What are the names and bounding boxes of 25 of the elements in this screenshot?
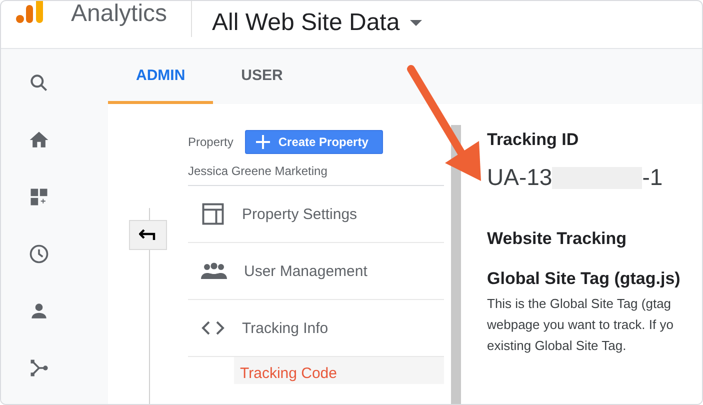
product-name: Analytics [71, 1, 168, 28]
tracking-id-start: UA-13 [487, 164, 552, 191]
subheading: Global Site Tag (gtag.js) [487, 269, 682, 289]
menu-item[interactable]: Property Settings [188, 186, 444, 243]
tracking-id-end: -1 [642, 164, 663, 191]
group-icon [200, 261, 228, 281]
submenu-item[interactable]: Tracking Code [234, 357, 444, 384]
clock-icon [28, 243, 50, 265]
logo-icon [15, 1, 45, 25]
property-label: Property [188, 135, 234, 149]
caret-icon [410, 20, 422, 26]
scrollbar[interactable] [451, 125, 461, 404]
section-heading: Website Tracking [487, 229, 628, 249]
tab[interactable]: USER [213, 49, 311, 104]
tracking-id-heading: Tracking ID [487, 130, 580, 150]
menu-item[interactable]: User Management [188, 243, 444, 300]
view-selector[interactable]: All Web Site Data [212, 8, 422, 36]
property-name: Jessica Greene Marketing [188, 154, 444, 186]
search-icon [28, 72, 50, 94]
layout-icon [200, 201, 226, 227]
plus-icon [256, 135, 270, 149]
create-property-button[interactable]: Create Property [245, 130, 384, 154]
description: This is the Global Site Tag (gtag webpage you want to track. If yo existing Global Site Tag. [487, 295, 674, 355]
back-arrow-icon [139, 229, 157, 241]
back-button[interactable] [129, 220, 167, 250]
